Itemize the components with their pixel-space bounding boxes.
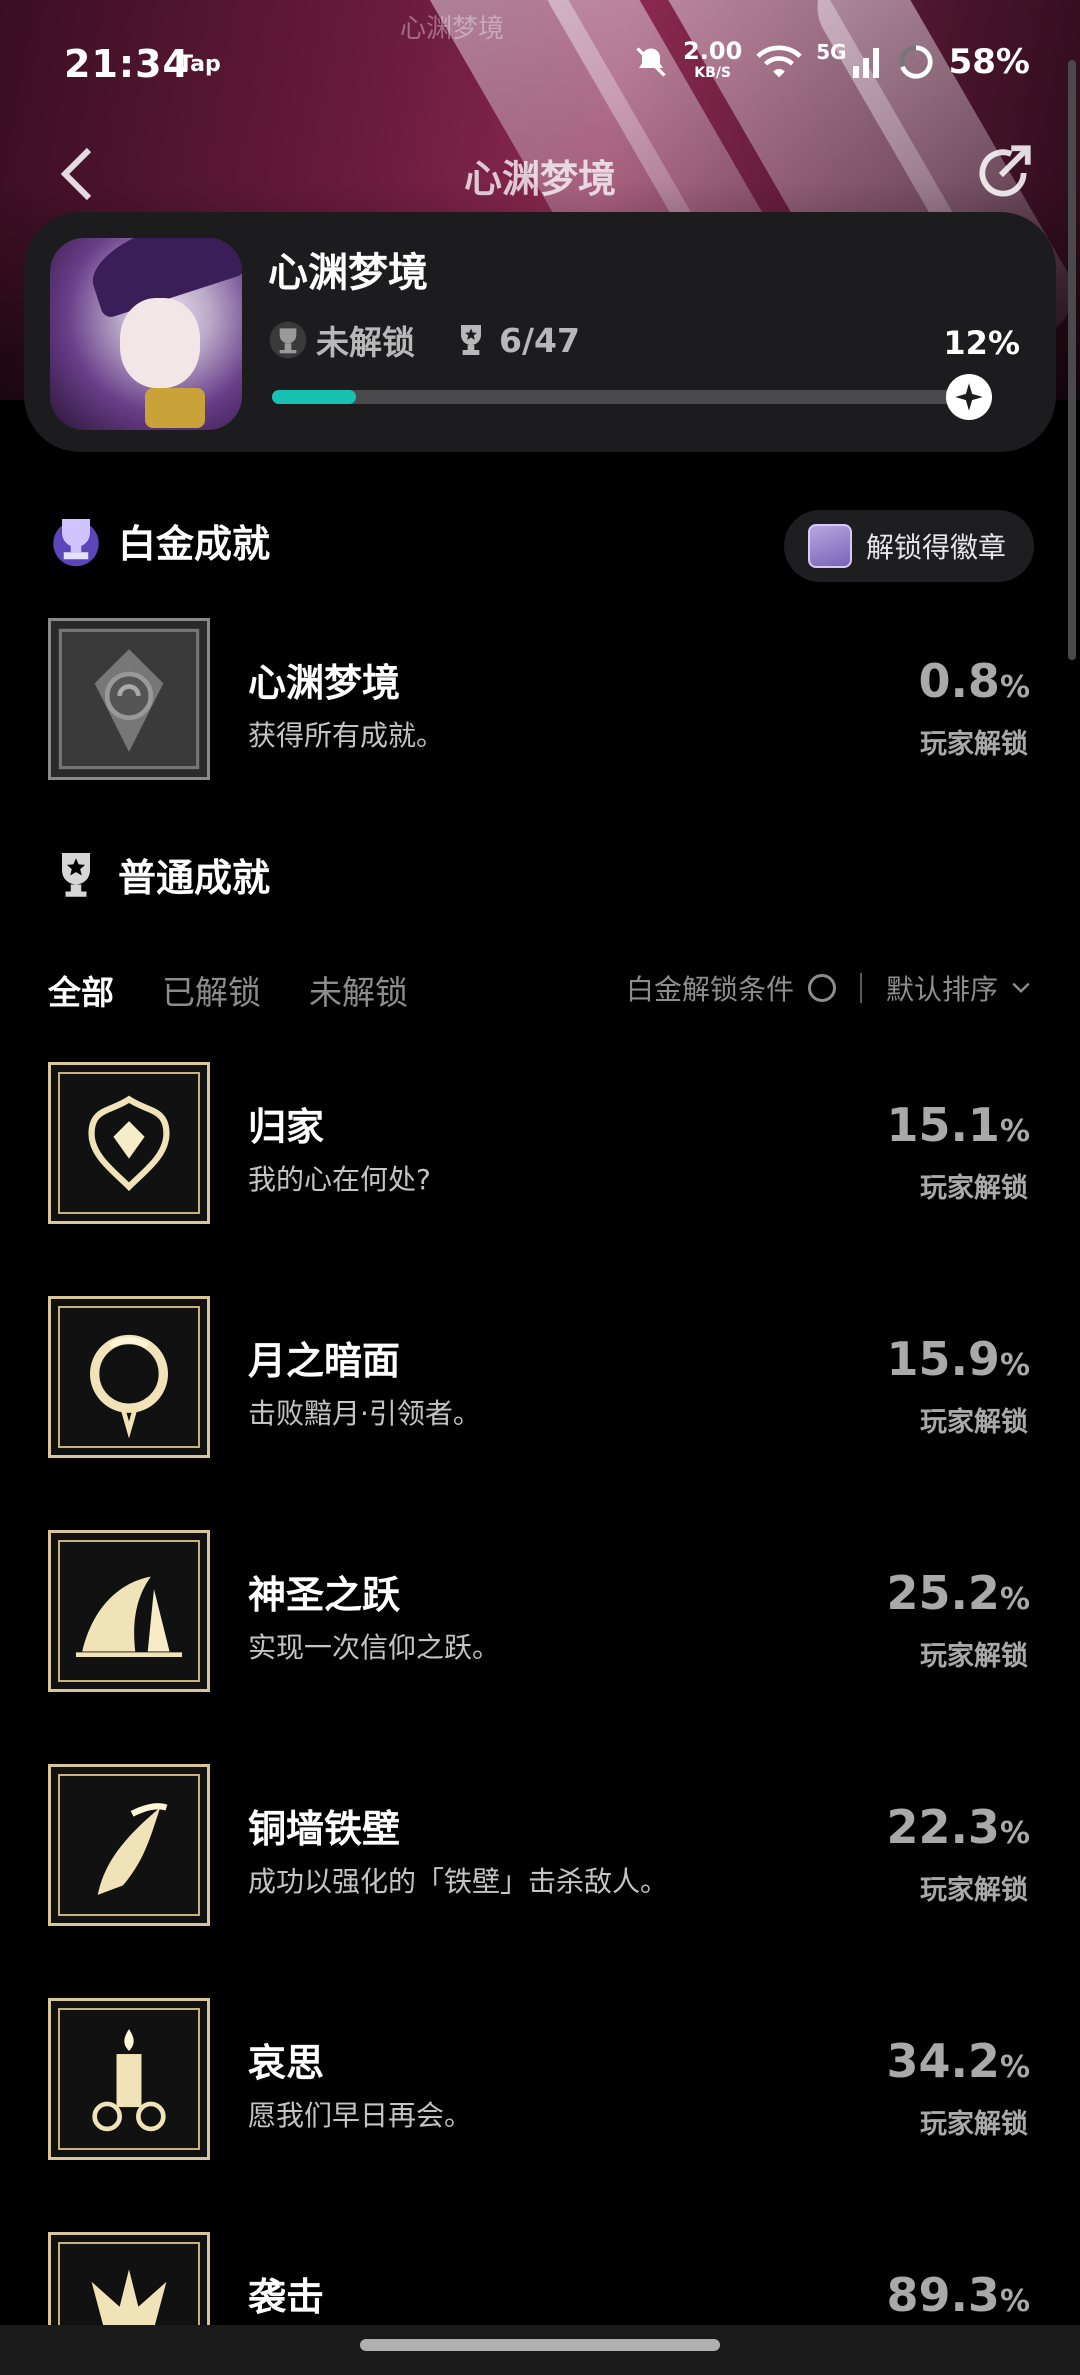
leap-icon <box>48 1530 210 1692</box>
achievement-desc: 实现一次信仰之跃。 <box>248 1631 501 1664</box>
achievement-row[interactable]: 神圣之跃 实现一次信仰之跃。 25.2% 玩家解锁 <box>0 1530 1080 1700</box>
achievement-desc: 成功以强化的「铁壁」击杀敌人。 <box>248 1865 669 1898</box>
badge-button-label: 解锁得徽章 <box>865 531 1006 564</box>
achievement-row[interactable]: 月之暗面 击败黯月·引领者。 15.9% 玩家解锁 <box>0 1296 1080 1466</box>
achievement-percent: 25.2% <box>886 1566 1030 1620</box>
achievement-percent: 89.3% <box>886 2268 1030 2322</box>
progress-percent: 12% <box>943 324 1020 362</box>
platinum-trophy-icon <box>53 519 99 567</box>
candle-icon <box>48 1998 210 2160</box>
battery-ring-icon <box>898 45 933 79</box>
achievement-percent-label: 玩家解锁 <box>920 2109 1028 2140</box>
platinum-achievement-icon <box>48 618 210 780</box>
platinum-achievement-row[interactable]: 心渊梦境 获得所有成就。 0.8% 玩家解锁 <box>0 618 1080 788</box>
share-icon[interactable] <box>970 140 1036 206</box>
achievement-name: 心渊梦境 <box>248 661 401 705</box>
unlock-badge-button[interactable]: 解锁得徽章 <box>783 510 1034 582</box>
achievement-percent: 15.9% <box>886 1332 1030 1386</box>
achievement-row[interactable]: 哀思 愿我们早日再会。 34.2% 玩家解锁 <box>0 1998 1080 2168</box>
platinum-star-icon <box>946 374 992 420</box>
nav-title: 心渊梦境 <box>463 157 616 201</box>
achievement-desc: 获得所有成就。 <box>248 719 445 752</box>
platinum-heading: 白金成就 <box>118 521 271 566</box>
scrollbar[interactable] <box>1068 60 1076 660</box>
status-bar: 21:34 Tap 2.00 KB/S 5G 58% <box>0 0 1080 130</box>
mute-bell-icon <box>636 47 666 77</box>
network-type: 5G <box>816 40 847 64</box>
lock-status: 未解锁 <box>316 323 415 362</box>
home-indicator[interactable] <box>360 2339 720 2351</box>
trophy-locked-icon <box>269 321 307 359</box>
tab-unlocked[interactable]: 已解锁 <box>162 966 261 1014</box>
tab-locked[interactable]: 未解锁 <box>309 966 408 1014</box>
achievement-percent: 34.2% <box>886 2034 1030 2088</box>
heart-shield-icon <box>48 1062 210 1224</box>
chevron-down-icon[interactable] <box>1010 977 1032 999</box>
platinum-section-header: 白金成就 <box>48 512 270 568</box>
achievement-count: 6/47 <box>499 320 580 360</box>
net-speed: 2.00 KB/S <box>683 37 743 81</box>
achievement-percent: 0.8% <box>918 654 1030 708</box>
achievement-row[interactable]: 铜墙铁壁 成功以强化的「铁壁」击杀敌人。 22.3% 玩家解锁 <box>0 1764 1080 1934</box>
badge-icon <box>807 524 852 568</box>
achievement-name: 归家 <box>248 1105 325 1149</box>
achievement-desc: 我的心在何处? <box>248 1163 431 1196</box>
achievement-name: 月之暗面 <box>248 1339 401 1383</box>
platinum-condition-toggle[interactable] <box>807 974 836 1002</box>
normal-section-header: 普通成就 <box>48 846 270 902</box>
normal-heading: 普通成就 <box>118 855 271 900</box>
divider <box>859 973 862 1003</box>
achievement-name: 铜墙铁壁 <box>248 1807 401 1851</box>
battery-level: 58% <box>948 42 1030 82</box>
tab-all[interactable]: 全部 <box>48 966 114 1014</box>
achievement-row[interactable]: 归家 我的心在何处? 15.1% 玩家解锁 <box>0 1062 1080 1232</box>
cup-icon <box>461 325 481 355</box>
game-cover-image <box>50 238 242 430</box>
platinum-condition-label: 白金解锁条件 <box>625 973 794 1006</box>
app-tag: Tap <box>178 52 221 77</box>
blade-icon <box>48 1764 210 1926</box>
progress-fill <box>272 390 356 404</box>
achievement-name: 神圣之跃 <box>248 1573 401 1617</box>
achievement-percent-label: 玩家解锁 <box>920 1407 1028 1438</box>
achievement-percent-label: 玩家解锁 <box>920 1641 1028 1672</box>
game-summary-card[interactable]: 心渊梦境 未解锁 6/47 12% <box>24 212 1056 452</box>
moon-ring-icon <box>48 1296 210 1458</box>
normal-trophy-icon <box>62 853 90 897</box>
achievement-desc: 愿我们早日再会。 <box>248 2099 473 2132</box>
achievement-percent-label: 玩家解锁 <box>920 1875 1028 1906</box>
achievement-desc: 击败黯月·引领者。 <box>248 1397 481 1430</box>
achievement-name: 哀思 <box>248 2041 325 2085</box>
achievement-percent-label: 玩家解锁 <box>920 1173 1028 1204</box>
achievement-name: 袭击 <box>248 2275 325 2319</box>
status-time: 21:34 <box>64 42 190 86</box>
wifi-icon <box>756 45 802 78</box>
signal-icon <box>852 48 879 78</box>
achievement-percent: 15.1% <box>886 1098 1030 1152</box>
achievement-percent-label: 玩家解锁 <box>920 729 1028 760</box>
achievement-percent: 22.3% <box>886 1800 1030 1854</box>
system-gesture-bar <box>0 2325 1080 2375</box>
achievement-filters: 全部 已解锁 未解锁 白金解锁条件 默认排序 <box>48 960 1032 1020</box>
game-title: 心渊梦境 <box>268 250 428 296</box>
sort-select[interactable]: 默认排序 <box>886 968 998 1008</box>
progress-bar <box>272 374 992 420</box>
